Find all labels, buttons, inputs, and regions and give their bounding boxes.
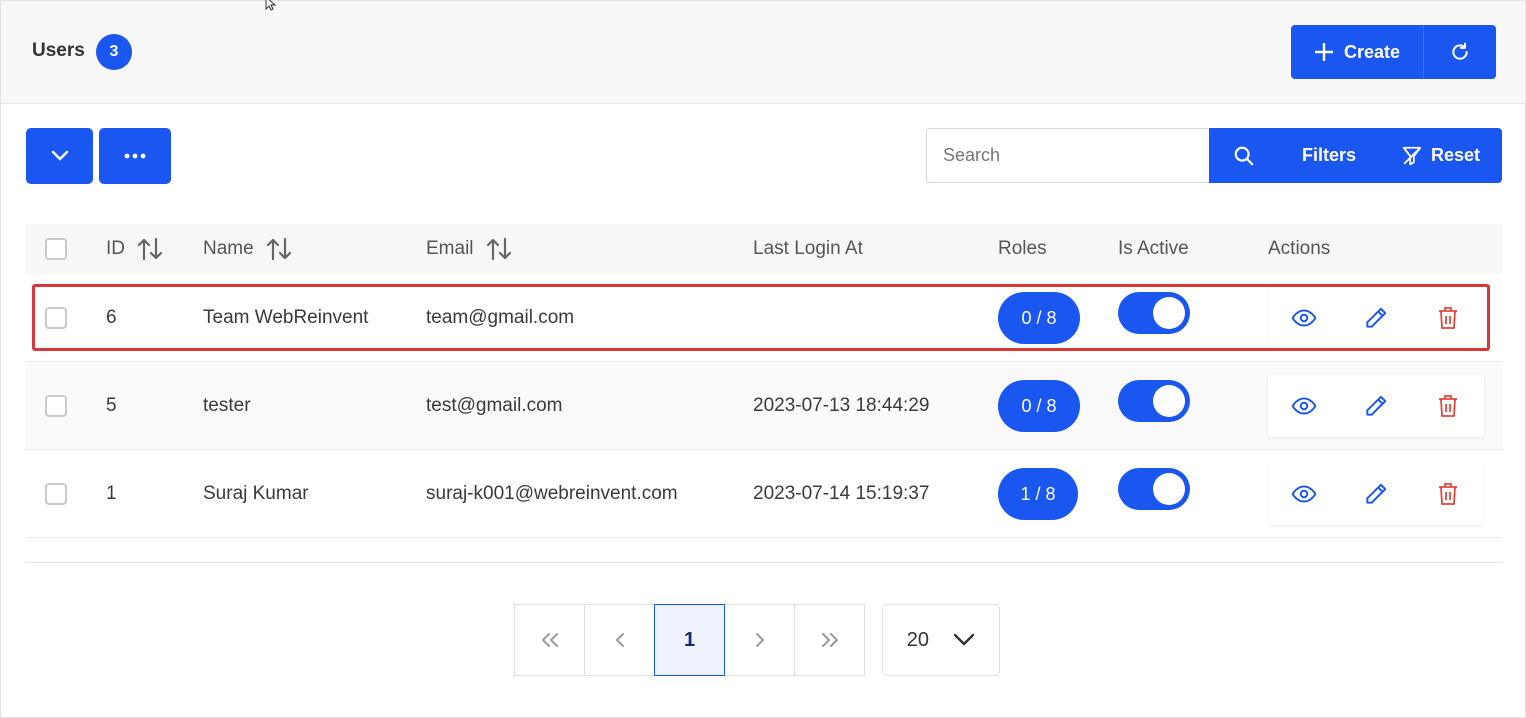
- sort-icon: [266, 237, 291, 261]
- column-id-label: ID: [106, 238, 125, 259]
- more-options-button[interactable]: [99, 128, 171, 184]
- pencil-icon: [1366, 307, 1387, 328]
- edit-button[interactable]: [1356, 474, 1396, 514]
- create-button-label: Create: [1343, 41, 1401, 62]
- chevron-right-icon: [755, 633, 764, 647]
- ellipsis-icon: [124, 153, 146, 159]
- roles-button[interactable]: 1 / 8: [998, 468, 1078, 520]
- eye-icon: [1291, 485, 1317, 503]
- row-name: Suraj Kumar: [203, 483, 309, 504]
- view-button[interactable]: [1284, 474, 1324, 514]
- row-checkbox[interactable]: [45, 483, 67, 505]
- table-header: ID Name Email Last Login At Roles Is Act…: [26, 224, 1502, 274]
- delete-button[interactable]: [1428, 298, 1468, 338]
- page-button-current[interactable]: 1: [654, 604, 725, 676]
- edit-button[interactable]: [1356, 298, 1396, 338]
- column-header-last-login: Last Login At: [753, 238, 863, 259]
- column-header-id[interactable]: ID: [106, 224, 163, 274]
- next-page-button[interactable]: [724, 604, 795, 676]
- create-button[interactable]: Create: [1291, 25, 1424, 79]
- filter-reset-icon: [1402, 146, 1422, 165]
- row-actions: [1268, 463, 1484, 525]
- row-id: 1: [106, 483, 117, 504]
- per-page-select[interactable]: 20: [882, 604, 1000, 676]
- chevron-down-icon: [929, 633, 999, 647]
- is-active-toggle[interactable]: [1118, 292, 1190, 334]
- view-button[interactable]: [1284, 386, 1324, 426]
- view-button[interactable]: [1284, 298, 1324, 338]
- row-actions: [1268, 375, 1484, 437]
- row-email: test@gmail.com: [426, 395, 563, 416]
- last-page-button[interactable]: [794, 604, 865, 676]
- column-header-name[interactable]: Name: [203, 224, 292, 274]
- user-count-badge: 3: [96, 34, 132, 70]
- row-actions: [1268, 287, 1484, 349]
- refresh-button[interactable]: [1424, 25, 1496, 79]
- sort-icon: [137, 237, 163, 261]
- chevron-left-icon: [615, 633, 624, 647]
- column-header-email[interactable]: Email: [426, 224, 512, 274]
- eye-icon: [1291, 397, 1317, 415]
- create-button-group: Create: [1291, 25, 1496, 79]
- search-button[interactable]: [1209, 128, 1279, 183]
- table-row: 5 tester test@gmail.com 2023-07-13 18:44…: [26, 362, 1502, 450]
- row-last-login: 2023-07-14 15:19:37: [753, 483, 930, 504]
- page-title: Users: [32, 40, 85, 61]
- row-id: 5: [106, 395, 117, 416]
- users-panel: Users 3 Create Filters Reset: [0, 0, 1526, 718]
- double-chevron-right-icon: [821, 633, 838, 647]
- is-active-toggle[interactable]: [1118, 380, 1190, 422]
- divider: [26, 562, 1502, 563]
- chevron-down-icon: [51, 150, 68, 161]
- per-page-value: 20: [906, 628, 929, 651]
- row-checkbox[interactable]: [45, 395, 67, 417]
- search-icon: [1234, 146, 1254, 165]
- first-page-button[interactable]: [514, 604, 585, 676]
- reset-button[interactable]: Reset: [1379, 128, 1502, 183]
- page-header: Users 3 Create: [1, 1, 1525, 104]
- search-actions-group: Filters Reset: [1209, 128, 1502, 183]
- mouse-cursor-icon: [265, 0, 277, 11]
- search-input[interactable]: [926, 128, 1210, 183]
- eye-icon: [1291, 309, 1317, 327]
- column-header-is-active: Is Active: [1118, 238, 1189, 259]
- row-email: team@gmail.com: [426, 307, 575, 328]
- edit-button[interactable]: [1356, 386, 1396, 426]
- row-email: suraj-k001@webreinvent.com: [426, 483, 678, 504]
- pencil-icon: [1366, 483, 1387, 504]
- reset-button-label: Reset: [1430, 145, 1481, 165]
- bulk-actions-dropdown-button[interactable]: [26, 128, 93, 184]
- row-checkbox[interactable]: [45, 307, 67, 329]
- plus-icon: [1314, 43, 1333, 61]
- row-name: tester: [203, 395, 251, 416]
- is-active-toggle[interactable]: [1118, 468, 1190, 510]
- double-chevron-left-icon: [541, 633, 558, 647]
- pencil-icon: [1366, 395, 1387, 416]
- roles-button[interactable]: 0 / 8: [998, 380, 1080, 432]
- column-header-roles: Roles: [998, 238, 1047, 259]
- delete-button[interactable]: [1428, 386, 1468, 426]
- row-last-login: 2023-07-13 18:44:29: [753, 395, 930, 416]
- select-all-checkbox[interactable]: [45, 238, 67, 260]
- delete-button[interactable]: [1428, 474, 1468, 514]
- filters-button[interactable]: Filters: [1279, 128, 1379, 183]
- column-name-label: Name: [203, 238, 254, 259]
- sort-icon: [486, 237, 511, 261]
- pagination: 1: [514, 604, 865, 676]
- trash-icon: [1439, 483, 1457, 505]
- trash-icon: [1439, 307, 1457, 329]
- refresh-icon: [1452, 42, 1468, 60]
- table-row: 6 Team WebReinvent team@gmail.com 0 / 8: [26, 274, 1502, 362]
- table-row: 1 Suraj Kumar suraj-k001@webreinvent.com…: [26, 450, 1502, 538]
- column-header-actions: Actions: [1268, 238, 1331, 259]
- row-name: Team WebReinvent: [203, 307, 369, 328]
- previous-page-button[interactable]: [584, 604, 655, 676]
- row-id: 6: [106, 307, 117, 328]
- trash-icon: [1439, 395, 1457, 417]
- column-email-label: Email: [426, 238, 474, 259]
- roles-button[interactable]: 0 / 8: [998, 292, 1080, 344]
